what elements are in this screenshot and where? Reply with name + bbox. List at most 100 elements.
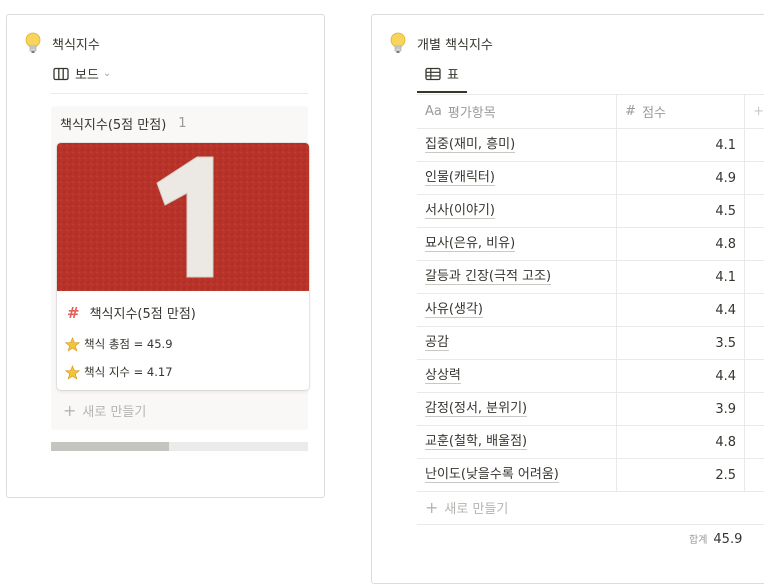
new-card-button[interactable]: + 새로 만들기 (63, 401, 146, 420)
row-score: 3.9 (715, 401, 737, 417)
view-tab-label: 보드 (75, 68, 99, 83)
row-name: 감정(정서, 분위기) (425, 401, 528, 417)
cell-empty[interactable] (744, 227, 764, 261)
cell-score[interactable]: 4.8 (616, 425, 746, 459)
row-score: 4.1 (715, 137, 737, 153)
column-header-name[interactable]: Aa 평가항목 (417, 94, 618, 129)
cell-score[interactable]: 4.1 (616, 260, 746, 294)
cell-empty[interactable] (744, 425, 764, 459)
cell-name[interactable]: 갈등과 긴장(극적 고조) (417, 260, 618, 294)
cell-score[interactable]: 3.9 (616, 392, 746, 426)
table-row[interactable]: 묘사(은유, 비유) 4.8 (417, 227, 764, 261)
table-row[interactable]: 사유(생각) 4.4 (417, 293, 764, 327)
data-table: Aa 평가항목 # 점수 + 집중(재미, 흥미) 4.1 인물(캐릭터) 4.9 서사… (417, 94, 764, 491)
cell-score[interactable]: 4.8 (616, 227, 746, 261)
star-icon (65, 364, 80, 380)
table-row[interactable]: 인물(캐릭터) 4.9 (417, 161, 764, 195)
scrollbar-thumb[interactable] (51, 442, 169, 451)
row-name: 갈등과 긴장(극적 고조) (425, 269, 552, 285)
horizontal-scrollbar[interactable] (51, 442, 308, 451)
cell-empty[interactable] (744, 260, 764, 294)
cell-empty[interactable] (744, 161, 764, 195)
divider (51, 93, 308, 94)
view-tab-board[interactable]: 보드 ⌄ (53, 64, 111, 83)
cell-name[interactable]: 교훈(철학, 배울점) (417, 425, 618, 459)
cell-name[interactable]: 서사(이야기) (417, 194, 618, 228)
table-row[interactable]: 난이도(낮을수록 어려움) 2.5 (417, 458, 764, 491)
cell-empty[interactable] (744, 128, 764, 162)
row-name: 인물(캐릭터) (425, 170, 495, 186)
column-count: 1 (178, 116, 187, 131)
cell-name[interactable]: 난이도(낮을수록 어려움) (417, 458, 618, 491)
column-title: 책식지수(5점 만점) (60, 118, 167, 133)
cell-name[interactable]: 집중(재미, 흥미) (417, 128, 618, 162)
cell-empty[interactable] (744, 392, 764, 426)
cell-score[interactable]: 2.5 (616, 458, 746, 491)
table-row[interactable]: 공감 3.5 (417, 326, 764, 360)
row-score: 4.4 (715, 302, 737, 318)
cell-empty[interactable] (744, 326, 764, 360)
number-property-icon: # (625, 104, 637, 119)
board-card[interactable]: # 책식지수(5점 만점) 책식 총점 = 45.9 책식 지수 = 4.17 (57, 143, 309, 390)
column-header-label: 점수 (642, 106, 666, 121)
table-row[interactable]: 감정(정서, 분위기) 3.9 (417, 392, 764, 426)
column-header-score[interactable]: # 점수 (616, 94, 746, 129)
table-view-icon (425, 67, 441, 80)
cell-empty[interactable] (744, 359, 764, 393)
new-row-label: 새로 만들기 (444, 502, 509, 517)
table-title: 개별 책식지수 (417, 37, 493, 53)
table-row[interactable]: 갈등과 긴장(극적 고조) 4.1 (417, 260, 764, 294)
sum-footer[interactable]: 합계 45.9 (689, 531, 742, 547)
sum-label: 합계 (689, 535, 708, 546)
row-name: 상상력 (425, 368, 461, 384)
cell-score[interactable]: 4.9 (616, 161, 746, 195)
table-row[interactable]: 상상력 4.4 (417, 359, 764, 393)
row-score: 4.5 (715, 203, 737, 219)
cell-name[interactable]: 감정(정서, 분위기) (417, 392, 618, 426)
new-card-label: 새로 만들기 (82, 405, 147, 420)
column-header[interactable]: 책식지수(5점 만점) 1 (60, 114, 187, 133)
add-column-button[interactable]: + (744, 94, 764, 129)
view-tab-table[interactable]: 표 (425, 64, 459, 83)
cell-score[interactable]: 3.5 (616, 326, 746, 360)
board-header: 책식지수 (24, 32, 100, 54)
sum-value: 45.9 (713, 532, 743, 547)
active-tab-underline (417, 91, 467, 93)
new-row-content: + 새로 만들기 (425, 498, 508, 517)
cell-name[interactable]: 상상력 (417, 359, 618, 393)
cell-empty[interactable] (744, 293, 764, 327)
text-property-icon: Aa (425, 104, 442, 119)
new-row-button[interactable]: + 새로 만들기 (417, 491, 764, 525)
table-row[interactable]: 교훈(철학, 배울점) 4.8 (417, 425, 764, 459)
cell-name[interactable]: 인물(캐릭터) (417, 161, 618, 195)
cell-score[interactable]: 4.4 (616, 359, 746, 393)
table-row[interactable]: 집중(재미, 흥미) 4.1 (417, 128, 764, 162)
cell-empty[interactable] (744, 458, 764, 491)
column-header-label: 평가항목 (447, 106, 496, 121)
plus-icon: + (753, 104, 764, 119)
card-title: 책식지수(5점 만점) (89, 307, 196, 322)
table-row[interactable]: 서사(이야기) 4.5 (417, 194, 764, 228)
row-score: 4.1 (715, 269, 737, 285)
plus-icon: + (425, 498, 439, 517)
chevron-down-icon[interactable]: ⌄ (103, 68, 111, 79)
plus-icon: + (63, 401, 77, 420)
row-score: 3.5 (715, 335, 737, 351)
cell-empty[interactable] (744, 194, 764, 228)
row-score: 4.9 (715, 170, 737, 186)
row-name: 묘사(은유, 비유) (425, 236, 516, 252)
cell-name[interactable]: 사유(생각) (417, 293, 618, 327)
cell-name[interactable]: 공감 (417, 326, 618, 360)
hash-icon: # (67, 303, 80, 322)
card-property: 책식 총점 = 45.9 (65, 336, 173, 352)
cell-name[interactable]: 묘사(은유, 비유) (417, 227, 618, 261)
cell-score[interactable]: 4.1 (616, 128, 746, 162)
row-name: 집중(재미, 흥미) (425, 137, 516, 153)
star-icon (65, 336, 80, 352)
row-name: 사유(생각) (425, 302, 483, 318)
cell-score[interactable]: 4.4 (616, 293, 746, 327)
row-score: 4.8 (715, 236, 737, 252)
table-header: 개별 책식지수 (389, 32, 493, 54)
row-score: 2.5 (715, 467, 737, 483)
cell-score[interactable]: 4.5 (616, 194, 746, 228)
